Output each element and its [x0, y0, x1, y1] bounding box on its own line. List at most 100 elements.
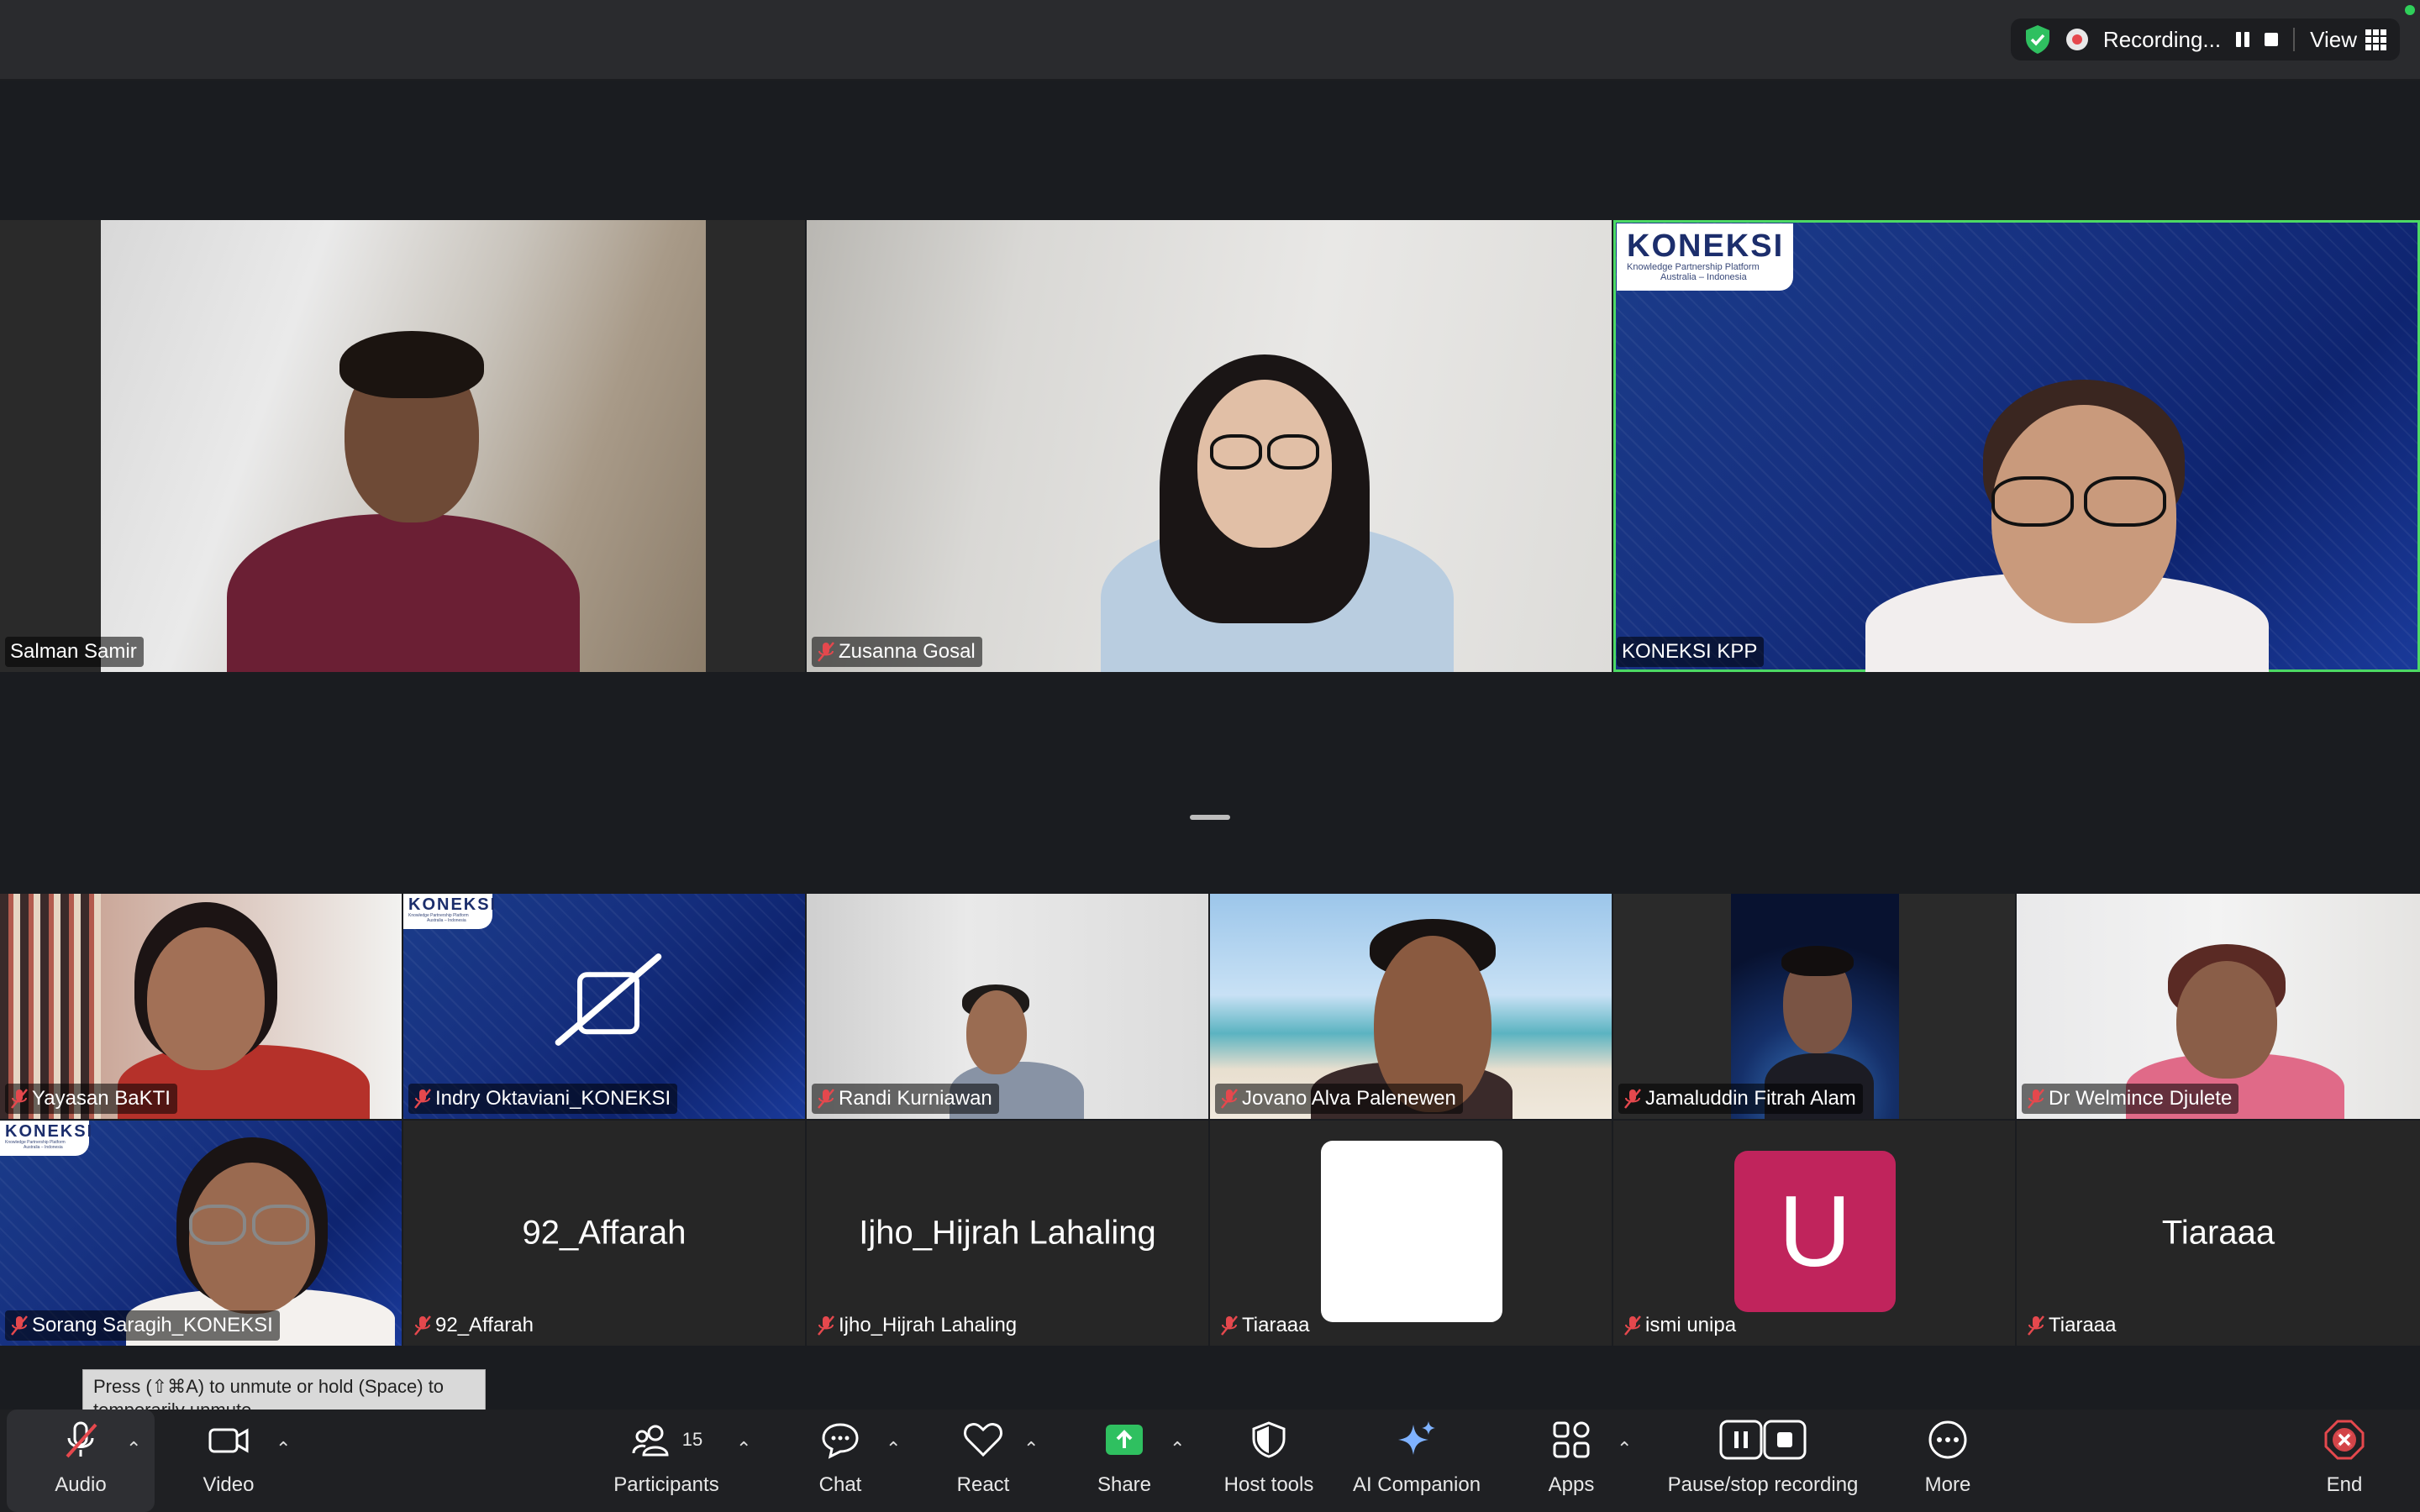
more-button[interactable]: More	[1907, 1410, 1988, 1512]
muted-mic-icon	[11, 1089, 28, 1109]
participant-name-tag: Tiaraaa	[2022, 1310, 2123, 1341]
participant-name-tag: Jamaluddin Fitrah Alam	[1618, 1084, 1863, 1114]
video-tile-tiaraaa-2[interactable]: Tiaraaa Tiaraaa	[2017, 1121, 2420, 1346]
muted-mic-icon	[2028, 1315, 2044, 1336]
video-tile-indry-oktaviani[interactable]: KONEKSI Knowledge Partnership Platform A…	[403, 894, 805, 1119]
chat-bubble-icon	[818, 1418, 862, 1462]
react-button[interactable]: React	[943, 1410, 1023, 1512]
recording-controls: Recording... View	[2010, 18, 2400, 60]
koneksi-logo: KONEKSI Knowledge Partnership Platform A…	[403, 894, 495, 929]
view-label: View	[2310, 26, 2357, 52]
encryption-shield-icon[interactable]	[2024, 24, 2051, 55]
video-tile-randi-kurniawan[interactable]: Randi Kurniawan	[807, 894, 1208, 1119]
participant-name-tag: Ijho_Hijrah Lahaling	[812, 1310, 1023, 1341]
participant-name-tag: Salman Samir	[5, 637, 144, 667]
video-tile-ismi-unipa[interactable]: U ismi unipa	[1613, 1121, 2015, 1346]
video-tile-tiaraaa[interactable]: Tiaraaa	[1210, 1121, 1612, 1346]
participant-center-name: Ijho_Hijrah Lahaling	[859, 1214, 1156, 1252]
participant-avatar: U	[1734, 1151, 1896, 1312]
sparkle-icon	[1395, 1418, 1439, 1462]
video-tile-sorang-saragih[interactable]: KONEKSI Knowledge Partnership Platform A…	[0, 1121, 402, 1346]
muted-mic-icon	[1221, 1089, 1238, 1109]
participant-center-name: 92_Affarah	[522, 1214, 687, 1252]
apps-button[interactable]: Apps	[1531, 1410, 1612, 1512]
audio-options-chevron-icon[interactable]: ⌃	[126, 1438, 141, 1460]
participant-name-tag: Dr Welmince Djulete	[2022, 1084, 2239, 1114]
end-call-icon	[2323, 1418, 2366, 1462]
video-button[interactable]: Video	[187, 1410, 271, 1512]
video-tile-koneksi-kpp[interactable]: KONEKSI Knowledge Partnership Platform A…	[1613, 220, 2420, 672]
end-meeting-button[interactable]: End	[2304, 1410, 2385, 1512]
apps-options-chevron-icon[interactable]: ⌃	[1617, 1438, 1632, 1460]
video-tile-ijho-hijrah-lahaling[interactable]: Ijho_Hijrah Lahaling Ijho_Hijrah Lahalin…	[807, 1121, 1208, 1346]
recording-indicator-icon	[2065, 29, 2088, 50]
participant-name-tag: Tiaraaa	[1215, 1310, 1316, 1341]
participant-name-tag: Jovano Alva Palenewen	[1215, 1084, 1463, 1114]
koneksi-logo: KONEKSI Knowledge Partnership Platform A…	[1617, 223, 1793, 291]
muted-mic-icon	[1624, 1315, 1641, 1336]
video-tile-salman-samir[interactable]: Salman Samir	[0, 220, 805, 672]
video-stage: Salman Samir Zusanna Gosal KONEKSI Knowl…	[0, 82, 2420, 1410]
muted-mic-icon	[414, 1089, 431, 1109]
participant-name-tag: Sorang Saragih_KONEKSI	[5, 1310, 280, 1341]
react-options-chevron-icon[interactable]: ⌃	[1023, 1438, 1039, 1460]
audio-button[interactable]: Audio	[7, 1410, 155, 1512]
participant-center-name: Tiaraaa	[2161, 1214, 2275, 1252]
grid-view-icon	[2365, 29, 2386, 50]
share-options-chevron-icon[interactable]: ⌃	[1170, 1438, 1185, 1460]
video-tile-jamaluddin-fitrah-alam[interactable]: Jamaluddin Fitrah Alam	[1613, 894, 2015, 1119]
video-tile-92-affarah[interactable]: 92_Affarah 92_Affarah	[403, 1121, 805, 1346]
participants-icon: 15	[620, 1418, 713, 1462]
ai-companion-button[interactable]: AI Companion	[1344, 1410, 1489, 1512]
heart-icon	[961, 1418, 1005, 1462]
video-tile-dr-welmince-djulete[interactable]: Dr Welmince Djulete	[2017, 894, 2420, 1119]
view-button[interactable]: View	[2310, 27, 2386, 53]
participant-name-tag: 92_Affarah	[408, 1310, 540, 1341]
resize-drag-handle[interactable]	[1190, 815, 1230, 820]
pause-stop-recording-button[interactable]: Pause/stop recording	[1657, 1410, 1869, 1512]
video-tile-zusanna-gosal[interactable]: Zusanna Gosal	[807, 220, 1612, 672]
video-tile-yayasan-bakti[interactable]: Yayasan BaKTI	[0, 894, 402, 1119]
muted-mic-icon	[818, 642, 834, 662]
pause-stop-recording-icon	[1717, 1418, 1809, 1462]
participant-name-tag: Randi Kurniawan	[812, 1084, 999, 1114]
meeting-toolbar: Audio ⌃ Video ⌃ 15 Participants ⌃ Chat ⌃…	[0, 1410, 2420, 1512]
video-off-icon	[555, 953, 662, 1046]
apps-icon	[1549, 1418, 1593, 1462]
video-feed	[101, 220, 706, 672]
participants-options-chevron-icon[interactable]: ⌃	[736, 1438, 751, 1460]
chat-button[interactable]: Chat	[800, 1410, 881, 1512]
participant-name-tag: Yayasan BaKTI	[5, 1084, 177, 1114]
chat-options-chevron-icon[interactable]: ⌃	[886, 1438, 901, 1460]
recording-status-label: Recording...	[2102, 26, 2222, 52]
participant-name-tag: ismi unipa	[1618, 1310, 1743, 1341]
muted-mic-icon	[1624, 1089, 1641, 1109]
video-tile-jovano-alva-palenewen[interactable]: Jovano Alva Palenewen	[1210, 894, 1612, 1119]
shield-icon	[1247, 1418, 1291, 1462]
share-button[interactable]: Share	[1084, 1410, 1165, 1512]
meeting-top-bar: Recording... View	[0, 0, 2420, 81]
participant-name-tag: Indry Oktaviani_KONEKSI	[408, 1084, 678, 1114]
stop-recording-icon[interactable]	[2265, 33, 2279, 46]
participant-name-tag: Zusanna Gosal	[812, 637, 982, 667]
video-camera-icon	[207, 1418, 250, 1462]
share-screen-icon	[1102, 1418, 1146, 1462]
muted-mic-icon	[11, 1315, 28, 1336]
muted-microphone-icon	[59, 1418, 103, 1462]
muted-mic-icon	[2028, 1089, 2044, 1109]
more-options-icon	[1926, 1418, 1970, 1462]
muted-mic-icon	[414, 1315, 431, 1336]
participant-name-tag: KONEKSI KPP	[1617, 637, 1765, 667]
host-tools-button[interactable]: Host tools	[1215, 1410, 1323, 1512]
connection-status-dot	[2405, 5, 2415, 15]
koneksi-logo: KONEKSI Knowledge Partnership Platform A…	[0, 1121, 92, 1156]
muted-mic-icon	[818, 1315, 834, 1336]
muted-mic-icon	[1221, 1315, 1238, 1336]
pause-recording-icon[interactable]	[2236, 32, 2250, 47]
avatar-initial: U	[1778, 1175, 1852, 1288]
video-feed	[807, 220, 1612, 672]
participants-count: 15	[681, 1429, 703, 1450]
video-options-chevron-icon[interactable]: ⌃	[276, 1438, 291, 1460]
divider	[2293, 28, 2296, 51]
participants-button[interactable]: 15 Participants	[605, 1410, 728, 1512]
